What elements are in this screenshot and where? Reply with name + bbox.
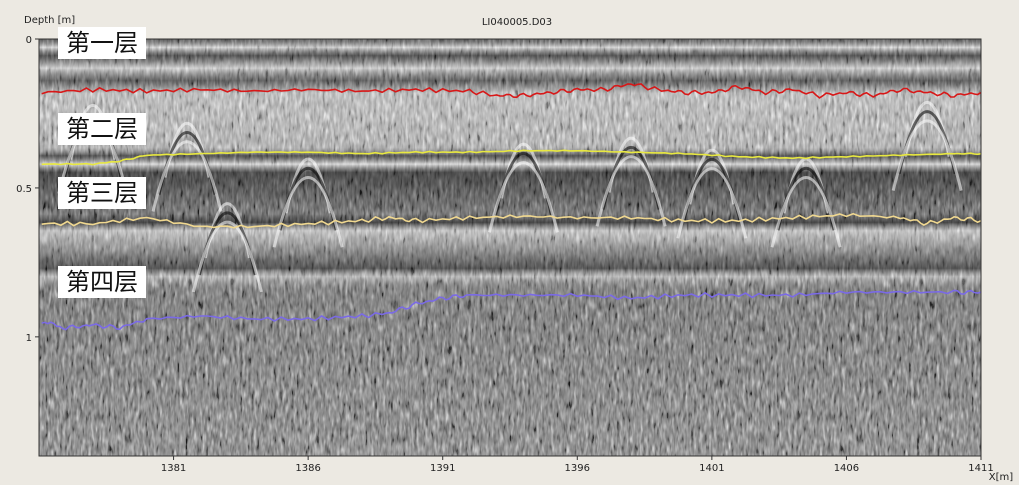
layer-label-4: 第四层 (58, 266, 146, 298)
y-tick-label: 1 (26, 333, 32, 344)
layer-label-2: 第二层 (58, 113, 146, 145)
x-axis: 1381 1386 1391 1396 1401 1406 1411 (161, 456, 994, 474)
y-tick-label: 0.5 (16, 184, 32, 195)
x-tick-label: 1411 (968, 463, 993, 474)
layer-label-3: 第三层 (58, 177, 146, 209)
chart-title: LI040005.D03 (482, 17, 552, 28)
x-tick-label: 1396 (565, 463, 590, 474)
radargram-chart: Depth [m] LI040005.D03 X[m] 1381 1386 1391… (16, 15, 1013, 483)
layer-label-1: 第一层 (58, 27, 146, 59)
y-tick-label: 0 (26, 35, 32, 46)
y-axis: 00.51 (16, 35, 39, 344)
y-axis-label: Depth [m] (24, 15, 75, 26)
x-tick-label: 1401 (699, 463, 724, 474)
x-tick-label: 1386 (295, 463, 320, 474)
x-tick-label: 1406 (834, 463, 859, 474)
x-tick-label: 1391 (430, 463, 455, 474)
x-tick-label: 1381 (161, 463, 186, 474)
radargram-bands (39, 39, 981, 456)
